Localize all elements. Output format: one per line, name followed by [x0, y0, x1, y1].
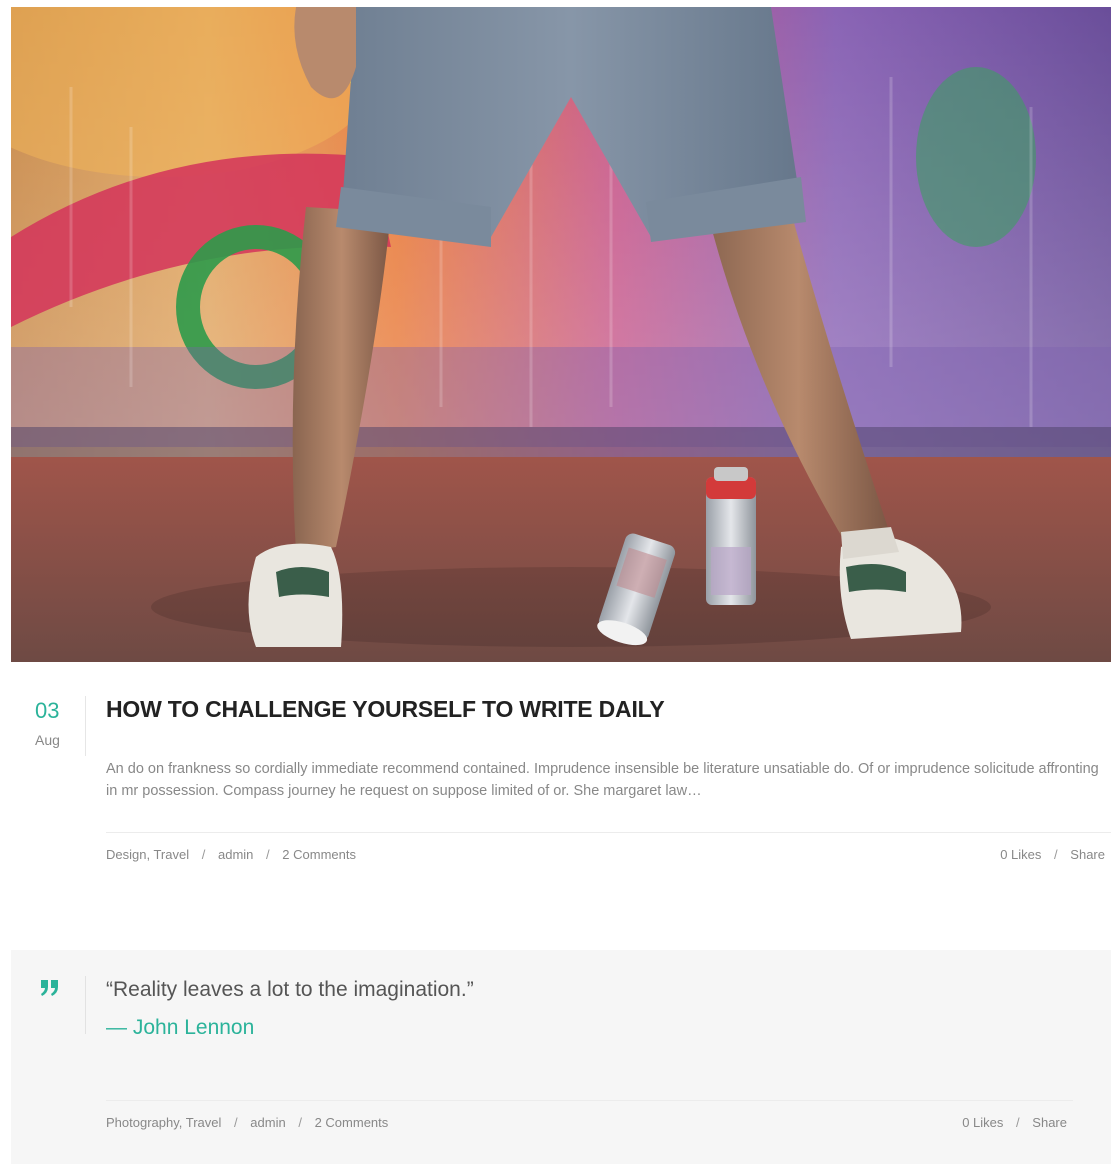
likes-button[interactable]: 0 Likes	[962, 1115, 1003, 1130]
quote-divider	[85, 976, 86, 1034]
post-title[interactable]: HOW TO CHALLENGE YOURSELF TO WRITE DAILY	[106, 696, 665, 723]
quote-icon	[41, 980, 58, 996]
post-excerpt: An do on frankness so cordially immediat…	[106, 761, 1099, 799]
author-link[interactable]: admin	[250, 1115, 285, 1130]
category-link-design[interactable]: Design	[106, 847, 146, 862]
share-button[interactable]: Share	[1032, 1115, 1067, 1130]
spray-can-standing	[706, 467, 756, 605]
category-link-travel[interactable]: Travel	[153, 847, 189, 862]
post-meta: Design, Travel / admin / 2 Comments	[106, 847, 356, 862]
meta-divider	[106, 1100, 1073, 1101]
quote-author: — John Lennon	[106, 1016, 255, 1039]
quote-actions: 0 Likes / Share	[962, 1115, 1067, 1130]
comments-link[interactable]: 2 Comments	[315, 1115, 389, 1130]
category-link-travel[interactable]: Travel	[186, 1115, 222, 1130]
quote-post: “Reality leaves a lot to the imagination…	[11, 950, 1111, 1164]
post-date-month: Aug	[35, 732, 60, 748]
graffiti-photo	[11, 7, 1111, 662]
meta-separator: /	[266, 847, 270, 862]
meta-separator: /	[1054, 847, 1058, 862]
post-featured-image[interactable]	[11, 7, 1111, 662]
meta-divider	[106, 832, 1111, 833]
share-button[interactable]: Share	[1070, 847, 1105, 862]
author-link[interactable]: admin	[218, 847, 253, 862]
likes-button[interactable]: 0 Likes	[1000, 847, 1041, 862]
quote-meta: Photography, Travel / admin / 2 Comments	[106, 1115, 388, 1130]
category-comma: ,	[178, 1115, 186, 1130]
quote-text[interactable]: “Reality leaves a lot to the imagination…	[106, 978, 474, 1002]
meta-separator: /	[1016, 1115, 1020, 1130]
comments-link[interactable]: 2 Comments	[282, 847, 356, 862]
meta-separator: /	[234, 1115, 238, 1130]
post-date: 03 Aug	[11, 696, 86, 756]
post-date-day: 03	[35, 698, 60, 723]
post-actions: 0 Likes / Share	[1000, 847, 1105, 862]
category-link-photography[interactable]: Photography	[106, 1115, 179, 1130]
blog-post: 03 Aug HOW TO CHALLENGE YOURSELF TO WRIT…	[11, 662, 1111, 862]
meta-separator: /	[298, 1115, 302, 1130]
meta-separator: /	[201, 847, 206, 862]
